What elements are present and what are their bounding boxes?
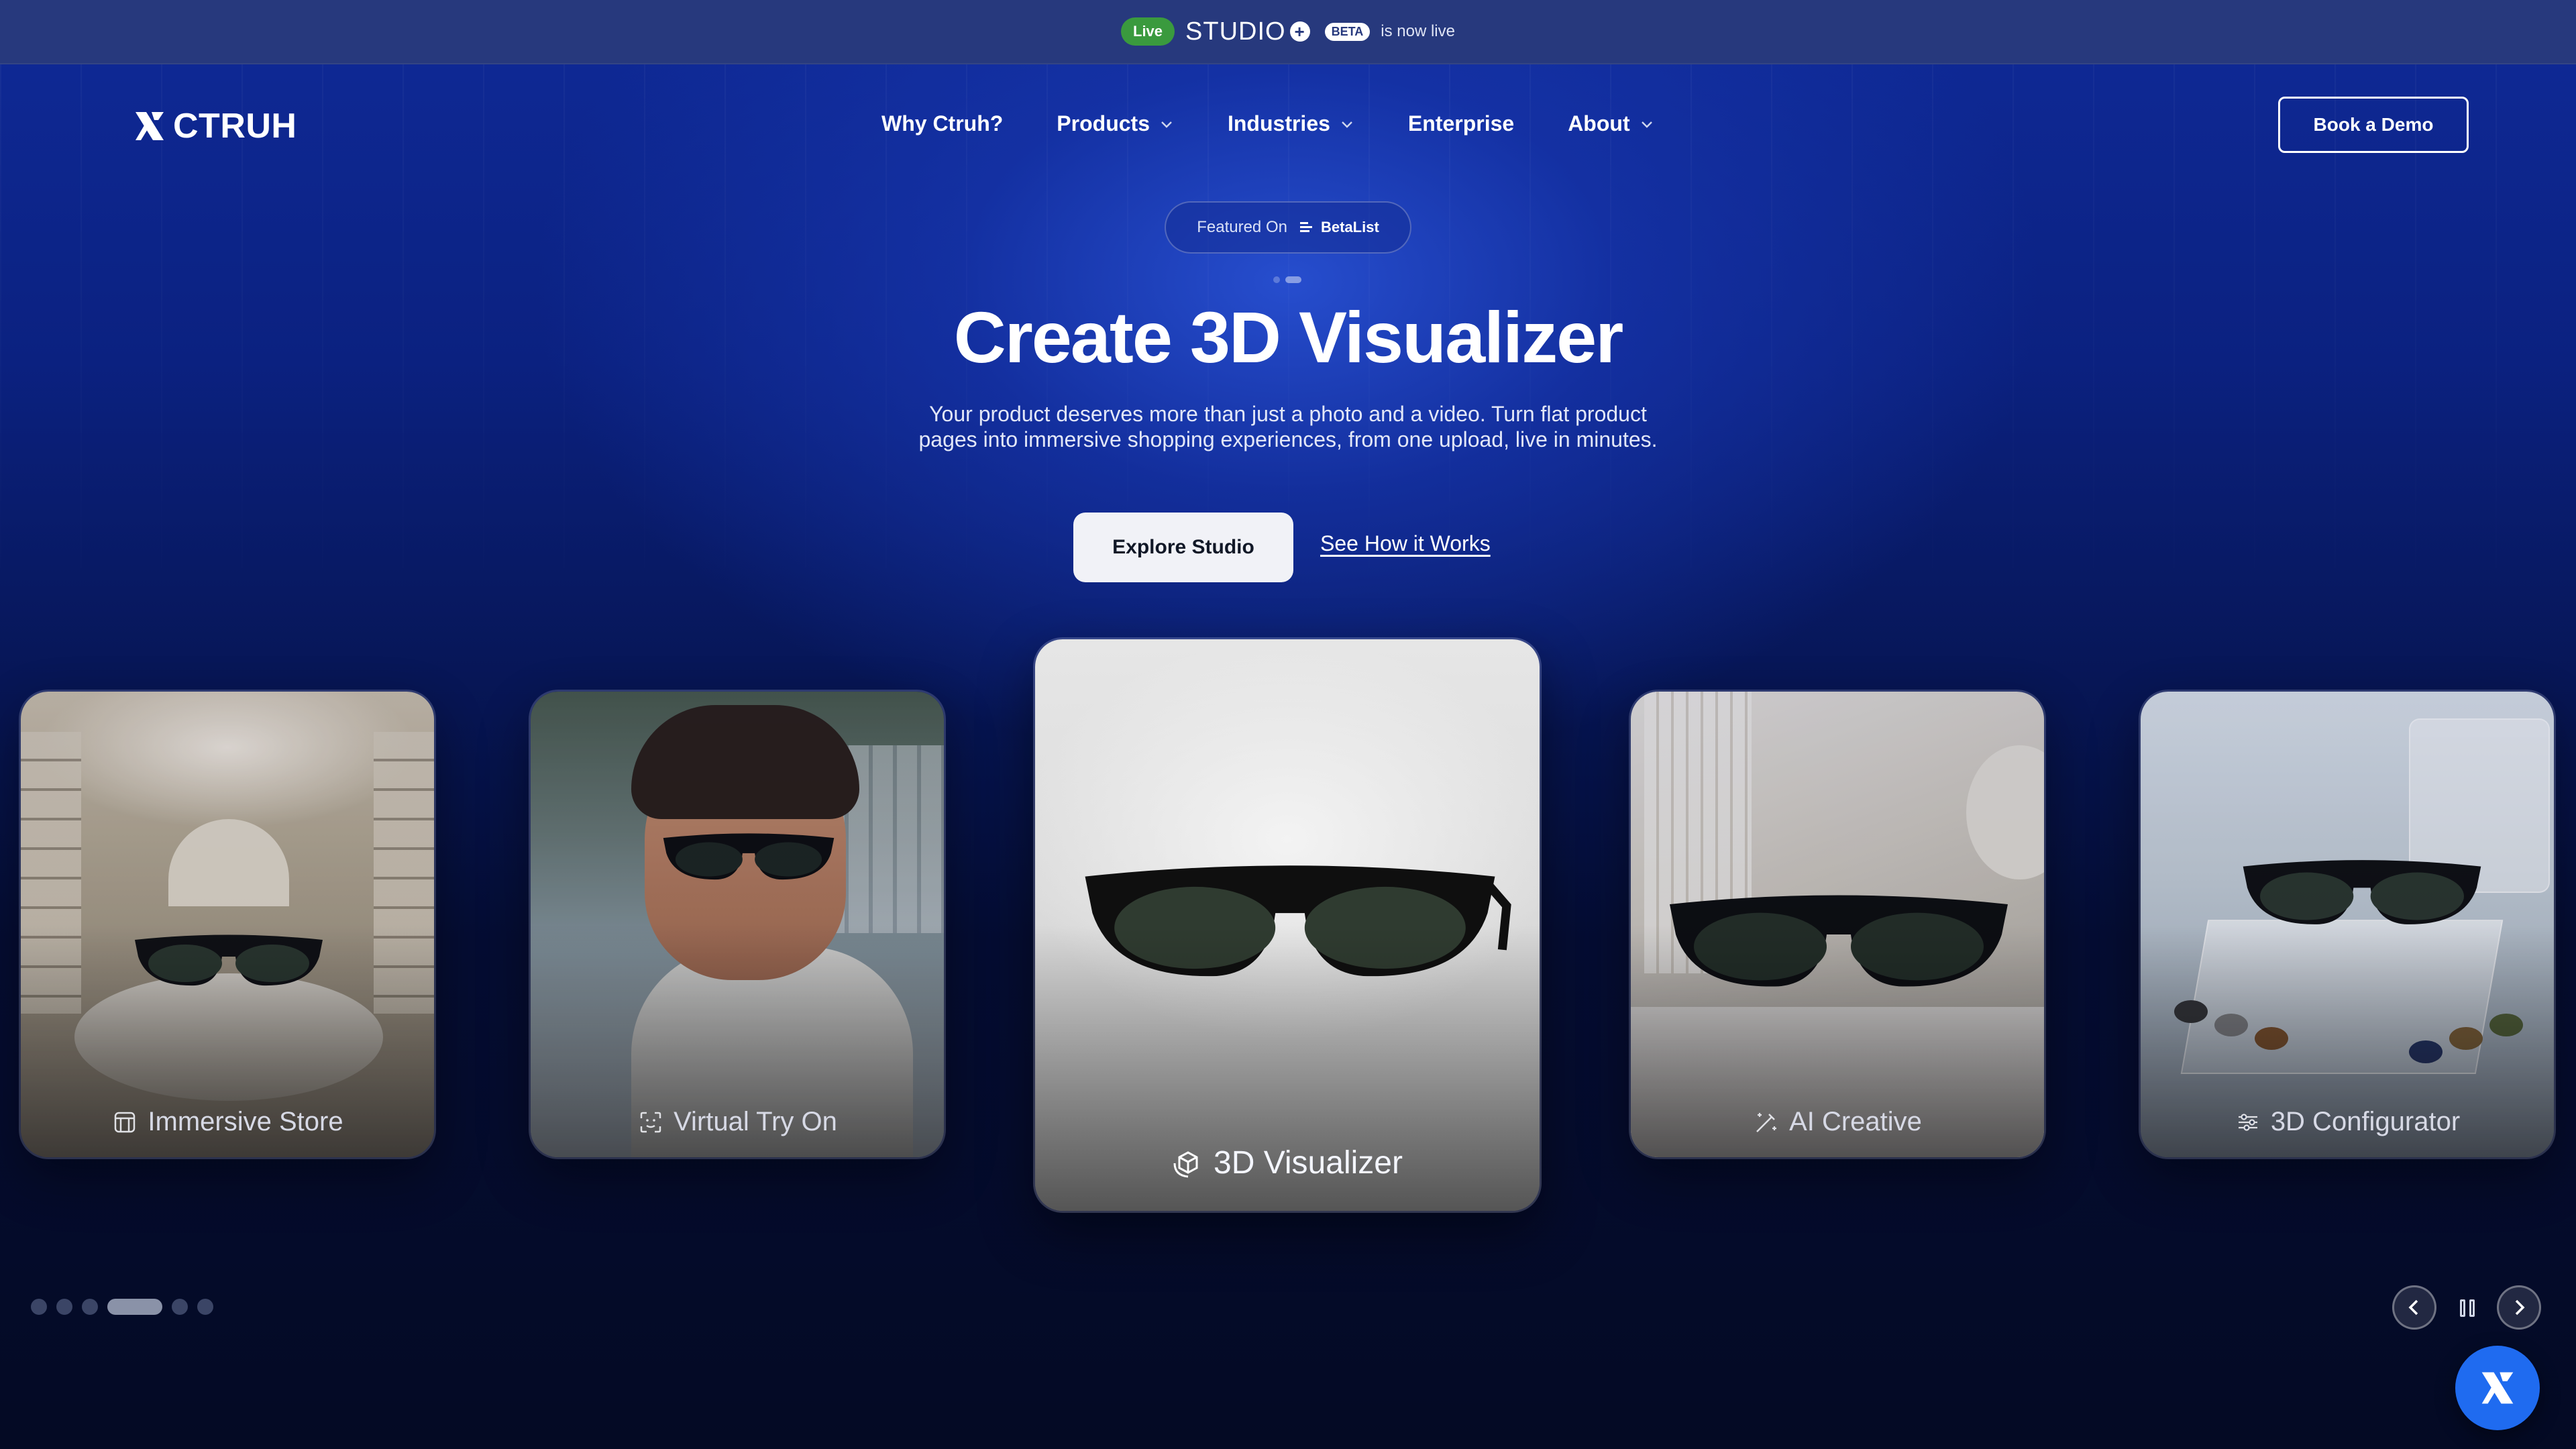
chat-assistant-button[interactable] (2455, 1346, 2540, 1430)
ctruh-logo-icon (136, 112, 164, 140)
card-label: AI Creative (1789, 1107, 1922, 1136)
nav-industries[interactable]: Industries (1228, 111, 1354, 136)
nav-label: Why Ctruh? (881, 111, 1004, 136)
hair-shape (631, 705, 859, 819)
featured-on-badge[interactable]: Featured On BetaList (1165, 201, 1411, 254)
carousel-dot[interactable] (172, 1299, 188, 1315)
card-label-row: Immersive Store (21, 1107, 434, 1137)
carousel-dot-active[interactable] (107, 1299, 162, 1315)
card-label: Virtual Try On (674, 1107, 837, 1136)
card-3d-configurator[interactable]: 3D Configurator (2139, 690, 2556, 1159)
card-ai-creative[interactable]: AI Creative (1629, 690, 2046, 1159)
carousel-dot[interactable] (82, 1299, 98, 1315)
card-label: 3D Visualizer (1214, 1145, 1403, 1181)
card-label-row: AI Creative (1631, 1107, 2044, 1137)
nav-label: Industries (1227, 111, 1330, 136)
pause-icon-bar (2460, 1299, 2465, 1317)
carousel-next-button[interactable] (2497, 1285, 2541, 1330)
mini-dot-active (1285, 276, 1301, 283)
carousel-prev-button[interactable] (2392, 1285, 2436, 1330)
hero-subtitle: Your product deserves more than just a p… (918, 402, 1658, 451)
chevron-down-icon (1641, 121, 1652, 128)
sphere-decor (1966, 745, 2044, 879)
betalist-icon (1299, 222, 1312, 232)
card-immersive-store[interactable]: Immersive Store (19, 690, 436, 1159)
live-badge: Live (1121, 17, 1175, 46)
store-icon (115, 1112, 136, 1132)
chevron-down-icon (1161, 121, 1172, 128)
nav-label: Products (1057, 111, 1150, 136)
sunglasses-icon (663, 833, 835, 880)
arch-alcove (168, 819, 289, 906)
chevron-left-icon (2408, 1299, 2418, 1316)
card-label: 3D Configurator (2270, 1107, 2461, 1136)
nav-why-ctruh[interactable]: Why Ctruh? (881, 111, 1003, 136)
carousel-dot[interactable] (197, 1299, 213, 1315)
face-scan-icon (640, 1112, 661, 1132)
nav-products[interactable]: Products (1057, 111, 1174, 136)
carousel-dot[interactable] (56, 1299, 72, 1315)
brand-name: CTRUH (173, 107, 297, 146)
carousel-dot[interactable] (31, 1299, 47, 1315)
brand-logo[interactable]: CTRUH (131, 106, 297, 146)
ctruh-logo-icon (2481, 1372, 2514, 1404)
chevron-right-icon (2515, 1299, 2525, 1316)
announcement-text: is now live (1381, 22, 1455, 40)
featured-carousel-indicator (1273, 276, 1301, 283)
nav-label: Enterprise (1407, 111, 1515, 136)
chevron-down-icon (1342, 121, 1352, 128)
nav-label: About (1568, 111, 1630, 136)
announcement-bar[interactable]: Live STUDIO + BETA is now live (0, 0, 2576, 64)
nav-about[interactable]: About (1568, 111, 1654, 136)
betalist-name: BetaList (1320, 219, 1379, 235)
nav-enterprise[interactable]: Enterprise (1408, 111, 1514, 136)
carousel-pause-button[interactable] (2454, 1295, 2481, 1322)
hero-title: Create 3D Visualizer (953, 297, 1624, 378)
card-label-row: 3D Configurator (2141, 1107, 2554, 1137)
book-demo-button[interactable]: Book a Demo (2278, 97, 2469, 153)
featured-label: Featured On (1197, 218, 1287, 236)
carousel-dots (31, 1299, 213, 1315)
magic-wand-icon (1756, 1112, 1777, 1132)
mini-dot (1273, 276, 1280, 283)
card-label: Immersive Store (148, 1107, 343, 1136)
studio-plus-icon: + (1289, 21, 1310, 42)
card-virtual-try-on[interactable]: Virtual Try On (529, 690, 946, 1159)
studio-logo: STUDIO + (1185, 17, 1310, 46)
rotate-3d-icon (1173, 1150, 1198, 1177)
beta-badge: BETA (1324, 22, 1371, 41)
main-nav: Why Ctruh? Products Industries Enterpris… (881, 111, 1654, 136)
explore-studio-button[interactable]: Explore Studio (1073, 513, 1293, 582)
betalist-logo: BetaList (1298, 219, 1379, 236)
see-how-it-works-link[interactable]: See How it Works (1320, 531, 1491, 556)
card-label-row: 3D Visualizer (1035, 1144, 1540, 1181)
card-3d-visualizer[interactable]: 3D Visualizer (1033, 637, 1542, 1213)
studio-wordmark: STUDIO (1185, 17, 1286, 46)
site-header: CTRUH Why Ctruh? Products Industries Ent… (0, 64, 2576, 185)
card-label-row: Virtual Try On (531, 1107, 944, 1137)
pause-icon-bar (2469, 1299, 2475, 1317)
sliders-icon (2238, 1113, 2257, 1131)
